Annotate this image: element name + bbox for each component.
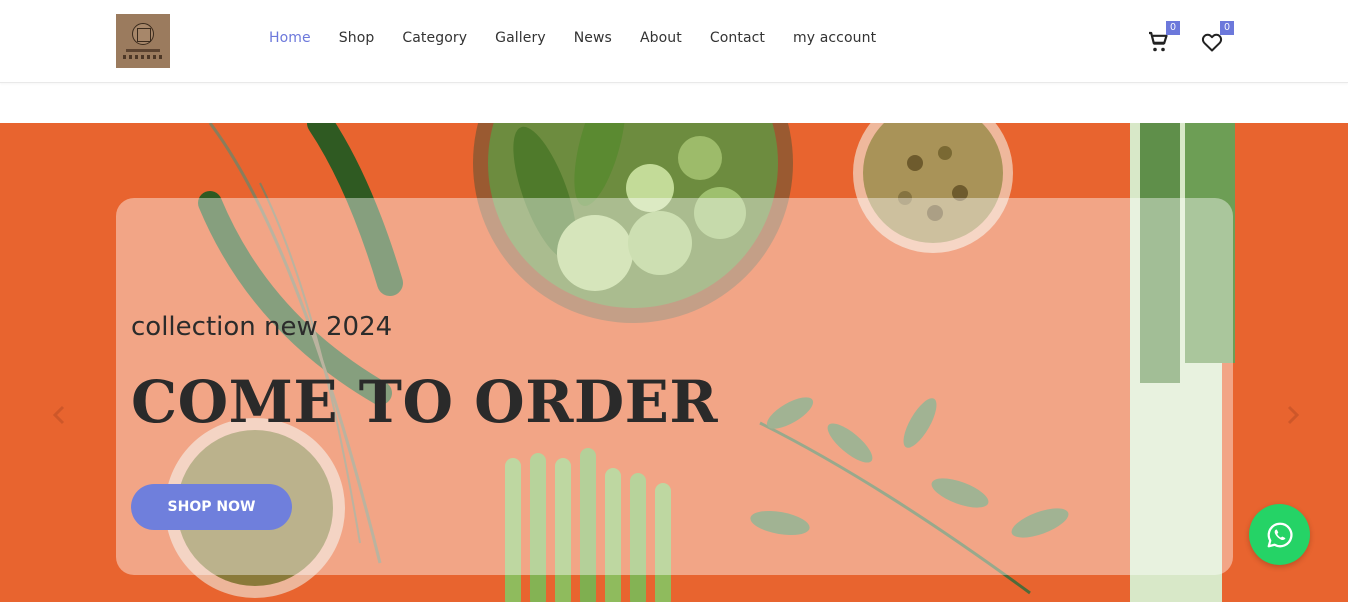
slider-next-arrow-icon[interactable]: [1280, 403, 1304, 427]
wishlist-count-badge: 0: [1220, 21, 1234, 35]
hero-subtitle: collection new 2024: [131, 312, 393, 342]
hero-headline: COME TO ORDER: [131, 368, 719, 436]
site-header: Home Shop Category Gallery News About Co…: [0, 0, 1348, 83]
nav-about[interactable]: About: [640, 30, 682, 46]
cart-button[interactable]: 0: [1144, 21, 1180, 56]
nav-news[interactable]: News: [574, 30, 612, 46]
shop-now-button[interactable]: SHOP NOW: [131, 484, 292, 530]
cart-count-badge: 0: [1166, 21, 1180, 35]
whatsapp-button[interactable]: [1249, 504, 1310, 565]
slider-prev-arrow-icon[interactable]: [48, 403, 72, 427]
nav-home[interactable]: Home: [269, 30, 311, 46]
nav-gallery[interactable]: Gallery: [495, 30, 546, 46]
site-logo[interactable]: [116, 14, 170, 68]
main-nav: Home Shop Category Gallery News About Co…: [269, 30, 904, 46]
nav-shop[interactable]: Shop: [339, 30, 375, 46]
logo-bar: [126, 49, 160, 52]
nav-category[interactable]: Category: [402, 30, 467, 46]
logo-dots: [123, 55, 163, 59]
whatsapp-icon: [1267, 522, 1292, 547]
nav-my-account[interactable]: my account: [793, 30, 876, 46]
nav-contact[interactable]: Contact: [710, 30, 765, 46]
wishlist-button[interactable]: 0: [1198, 21, 1234, 56]
logo-seal-icon: [132, 23, 154, 45]
